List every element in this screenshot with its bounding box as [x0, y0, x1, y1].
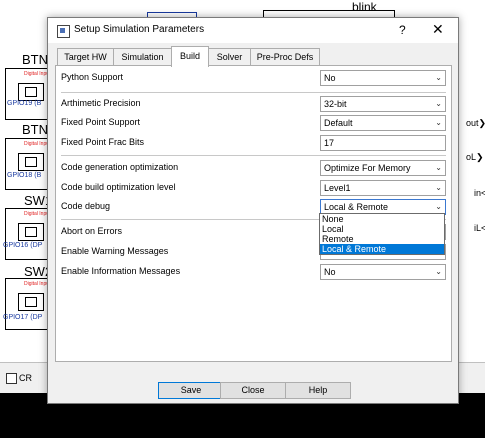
info-msgs-value: No	[324, 267, 336, 277]
option-local[interactable]: Local	[320, 224, 444, 234]
port-il: iL<	[474, 223, 485, 233]
tab-build[interactable]: Build	[171, 46, 209, 67]
tab-simulation[interactable]: Simulation	[113, 48, 172, 65]
port-in: in<	[474, 188, 485, 198]
fixed-point-label: Fixed Point Support	[61, 117, 141, 127]
chip-icon	[18, 223, 44, 241]
chevron-down-icon: ⌄	[435, 99, 442, 108]
code-debug-dropdown: None Local Remote Local & Remote	[319, 213, 445, 255]
arith-precision-select[interactable]: 32-bit ⌄	[320, 96, 446, 112]
save-button[interactable]: Save	[158, 382, 224, 399]
close-icon[interactable]: ✕	[432, 21, 444, 38]
app-icon	[57, 25, 70, 38]
option-local-remote[interactable]: Local & Remote	[320, 244, 444, 254]
chevron-down-icon: ⌄	[435, 202, 442, 211]
abort-errors-label: Abort on Errors	[61, 226, 123, 236]
info-msgs-select[interactable]: No ⌄	[320, 264, 446, 280]
sw2-gpio: GPIO17 (DP	[3, 314, 43, 321]
codegen-opt-select[interactable]: Optimize For Memory ⌄	[320, 160, 446, 176]
build-opt-select[interactable]: Level1 ⌄	[320, 180, 446, 196]
code-debug-value: Local & Remote	[324, 202, 389, 212]
option-none[interactable]: None	[320, 214, 444, 224]
tab-solver[interactable]: Solver	[208, 48, 251, 65]
cr-checkbox[interactable]	[6, 373, 17, 384]
codegen-opt-label: Code generation optimization	[61, 162, 179, 172]
fixed-point-select[interactable]: Default ⌄	[320, 115, 446, 131]
help-icon[interactable]: ?	[399, 23, 406, 37]
chevron-down-icon: ⌄	[435, 73, 442, 82]
python-support-select[interactable]: No ⌄	[320, 70, 446, 86]
right-block[interactable]	[457, 86, 485, 246]
port-ol: oL❯	[466, 152, 484, 162]
dialog-title: Setup Simulation Parameters	[74, 24, 205, 35]
option-remote[interactable]: Remote	[320, 234, 444, 244]
btn0-gpio: GPIO19 (B	[7, 100, 42, 107]
python-support-value: No	[324, 73, 336, 83]
build-opt-label: Code build optimization level	[61, 182, 176, 192]
port-out: out❯	[466, 118, 485, 128]
chip-icon	[18, 83, 44, 101]
chevron-down-icon: ⌄	[435, 267, 442, 276]
codegen-opt-value: Optimize For Memory	[324, 163, 411, 173]
arith-precision-value: 32-bit	[324, 99, 347, 109]
build-opt-value: Level1	[324, 183, 351, 193]
python-support-label: Python Support	[61, 72, 124, 82]
fixed-point-value: Default	[324, 118, 353, 128]
btn1-gpio: GPIO18 (B	[7, 172, 42, 179]
blink-label: blink	[352, 0, 377, 14]
chip-icon	[18, 153, 44, 171]
sw1-gpio: GPIO16 (DP	[3, 242, 43, 249]
chevron-down-icon: ⌄	[435, 183, 442, 192]
separator	[61, 92, 446, 93]
chevron-down-icon: ⌄	[435, 163, 442, 172]
cr-label: CR	[19, 373, 32, 383]
setup-simulation-dialog: Setup Simulation Parameters ? ✕ Target H…	[47, 17, 459, 404]
close-button[interactable]: Close	[220, 382, 286, 399]
tab-target-hw[interactable]: Target HW	[57, 48, 114, 65]
tab-pre-proc-defs[interactable]: Pre-Proc Defs	[250, 48, 320, 65]
code-debug-label: Code debug	[61, 201, 111, 211]
help-button[interactable]: Help	[285, 382, 351, 399]
frac-bits-label: Fixed Point Frac Bits	[61, 137, 145, 147]
separator	[61, 155, 446, 156]
warn-msgs-label: Enable Warning Messages	[61, 246, 169, 256]
chevron-down-icon: ⌄	[435, 118, 442, 127]
frac-bits-field[interactable]: 17	[320, 135, 446, 151]
chip-icon	[18, 293, 44, 311]
info-msgs-label: Enable Information Messages	[61, 266, 181, 276]
dialog-titlebar[interactable]: Setup Simulation Parameters ? ✕	[48, 18, 458, 43]
frac-bits-value: 17	[324, 138, 335, 148]
arith-precision-label: Arthimetic Precision	[61, 98, 141, 108]
